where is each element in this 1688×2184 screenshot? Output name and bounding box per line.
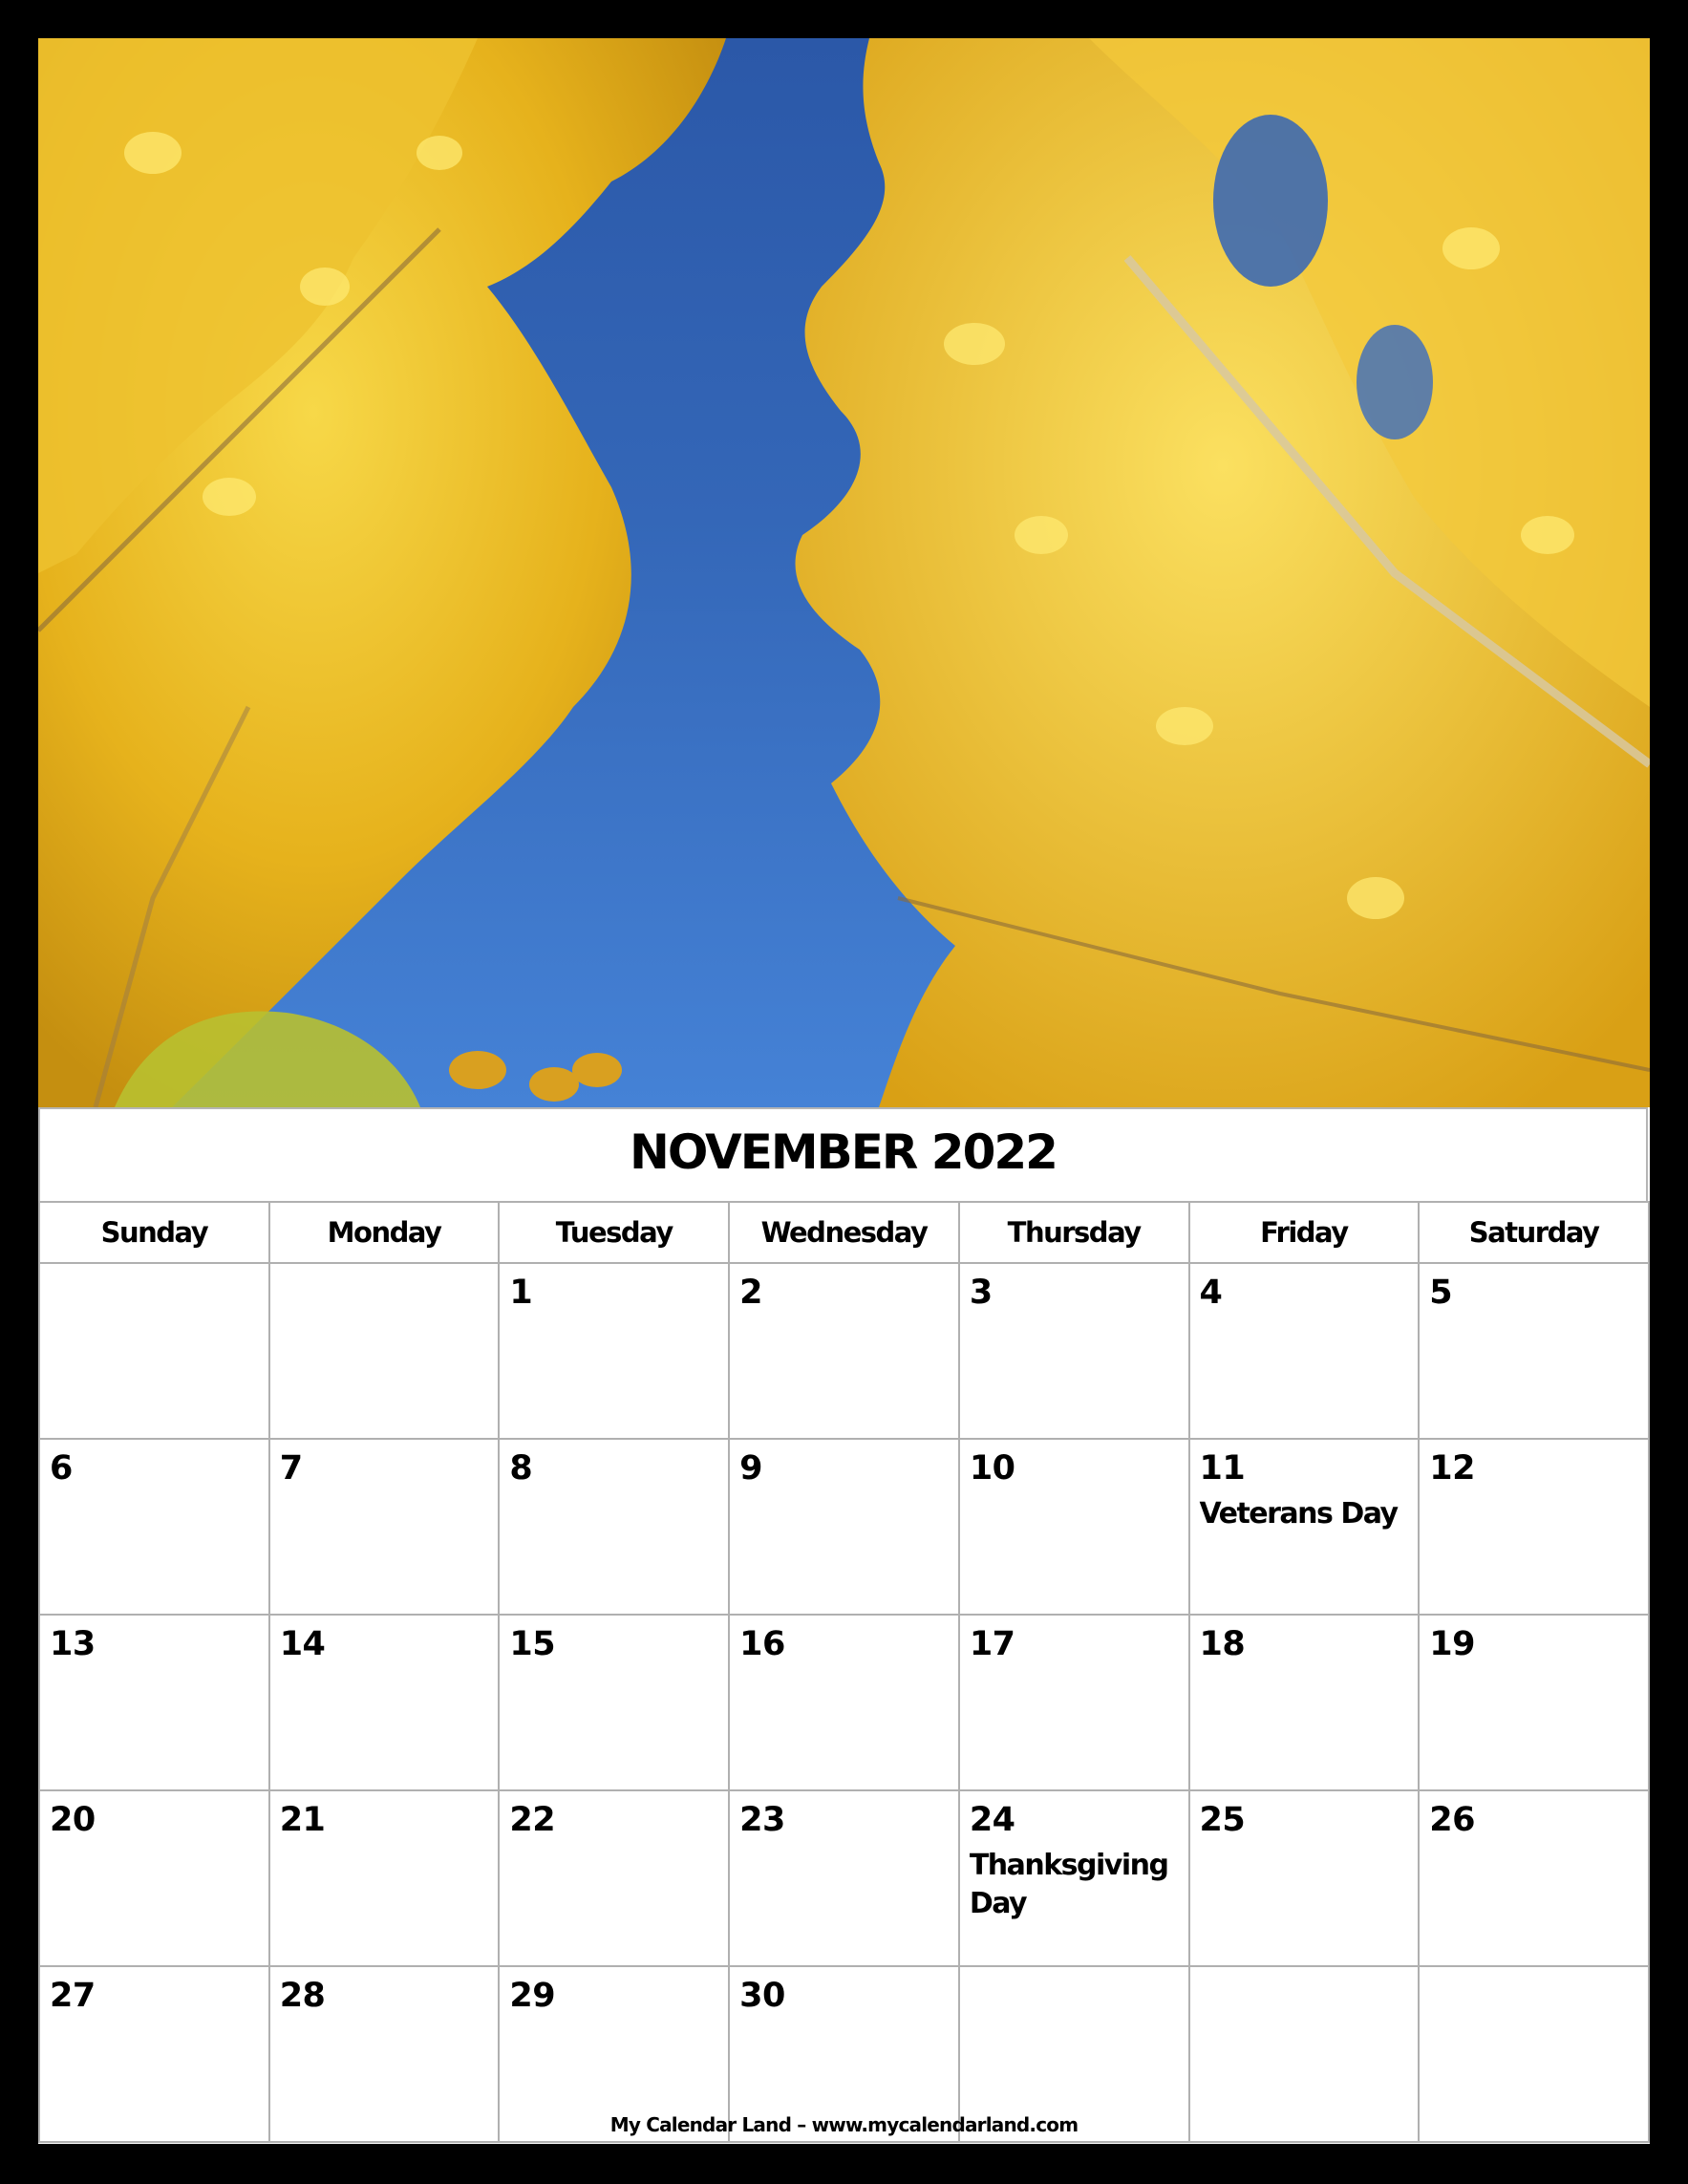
day-number: 8 (509, 1449, 533, 1488)
day-number: 4 (1199, 1274, 1223, 1312)
calendar-weeks: 1 2 3 4 5 6 7 8 9 10 11 Veterans Day 12 13 14 15 16 17 18 1… (38, 1262, 1650, 2143)
day-cell: 27 (38, 1965, 270, 2143)
weekday-header: Tuesday (498, 1201, 731, 1264)
week-row: 27 28 29 30 (38, 1965, 1650, 2143)
day-number: 25 (1199, 1801, 1246, 1839)
weekday-header: Monday (267, 1201, 501, 1264)
day-number: 19 (1429, 1625, 1475, 1663)
day-cell: 19 (1418, 1614, 1650, 1791)
day-number: 18 (1199, 1625, 1246, 1663)
day-cell: 15 (498, 1614, 731, 1791)
day-number: 1 (509, 1274, 533, 1312)
week-row: 1 2 3 4 5 (38, 1262, 1650, 1440)
weekday-header: Wednesday (728, 1201, 960, 1264)
weekday-header: Sunday (38, 1201, 270, 1264)
weekday-header-row: Sunday Monday Tuesday Wednesday Thursday… (38, 1201, 1650, 1264)
day-number: 30 (739, 1977, 785, 2015)
day-cell: 11 Veterans Day (1187, 1438, 1421, 1616)
empty-day-cell (1418, 1965, 1650, 2143)
day-number: 12 (1429, 1449, 1475, 1488)
weekday-header: Friday (1187, 1201, 1421, 1264)
day-cell: 23 (728, 1789, 960, 1967)
day-number: 24 (969, 1801, 1015, 1839)
autumn-foliage-image (38, 38, 1650, 1107)
empty-day-cell (1187, 1965, 1421, 2143)
day-cell: 10 (957, 1438, 1190, 1616)
header-photo (38, 38, 1650, 1107)
week-row: 6 7 8 9 10 11 Veterans Day 12 (38, 1438, 1650, 1616)
day-number: 28 (279, 1977, 326, 2015)
day-cell: 6 (38, 1438, 270, 1616)
day-number: 14 (279, 1625, 326, 1663)
month-title-band: NOVEMBER 2022 (38, 1107, 1648, 1201)
day-number: 23 (739, 1801, 785, 1839)
holiday-label: Thanksgiving Day (969, 1849, 1169, 1920)
week-row: 13 14 15 16 17 18 19 (38, 1614, 1650, 1791)
day-cell: 5 (1418, 1262, 1650, 1440)
day-number: 5 (1429, 1274, 1453, 1312)
weekday-header: Saturday (1418, 1201, 1650, 1264)
day-number: 22 (509, 1801, 556, 1839)
weekday-header: Thursday (957, 1201, 1190, 1264)
day-number: 2 (739, 1274, 762, 1312)
day-number: 9 (739, 1449, 762, 1488)
day-cell: 22 (498, 1789, 731, 1967)
empty-day-cell (267, 1262, 501, 1440)
day-number: 11 (1199, 1449, 1246, 1488)
day-number: 27 (50, 1977, 96, 2015)
day-number: 7 (279, 1449, 303, 1488)
day-number: 29 (509, 1977, 556, 2015)
day-number: 17 (969, 1625, 1015, 1663)
day-cell: 30 (728, 1965, 960, 2143)
day-cell: 16 (728, 1614, 960, 1791)
day-cell: 4 (1187, 1262, 1421, 1440)
day-cell: 1 (498, 1262, 731, 1440)
empty-day-cell (38, 1262, 270, 1440)
calendar-page: NOVEMBER 2022 Sunday Monday Tuesday Wedn… (38, 38, 1650, 2144)
week-row: 20 21 22 23 24 Thanksgiving Day 25 26 (38, 1789, 1650, 1967)
day-cell: 24 Thanksgiving Day (957, 1789, 1190, 1967)
day-number: 6 (50, 1449, 73, 1488)
day-number: 13 (50, 1625, 96, 1663)
day-number: 3 (969, 1274, 993, 1312)
day-number: 21 (279, 1801, 326, 1839)
day-cell: 9 (728, 1438, 960, 1616)
day-cell: 13 (38, 1614, 270, 1791)
day-cell: 14 (267, 1614, 501, 1791)
day-number: 10 (969, 1449, 1015, 1488)
day-number: 20 (50, 1801, 96, 1839)
day-cell: 20 (38, 1789, 270, 1967)
day-cell: 3 (957, 1262, 1190, 1440)
day-number: 16 (739, 1625, 785, 1663)
day-number: 26 (1429, 1801, 1475, 1839)
empty-day-cell (957, 1965, 1190, 2143)
day-cell: 8 (498, 1438, 731, 1616)
calendar-grid: Sunday Monday Tuesday Wednesday Thursday… (38, 1201, 1650, 2143)
day-cell: 17 (957, 1614, 1190, 1791)
day-number: 15 (509, 1625, 556, 1663)
day-cell: 7 (267, 1438, 501, 1616)
day-cell: 26 (1418, 1789, 1650, 1967)
day-cell: 21 (267, 1789, 501, 1967)
day-cell: 29 (498, 1965, 731, 2143)
day-cell: 18 (1187, 1614, 1421, 1791)
month-title: NOVEMBER 2022 (630, 1124, 1058, 1180)
holiday-label: Veterans Day (1199, 1497, 1400, 1531)
day-cell: 28 (267, 1965, 501, 2143)
day-cell: 2 (728, 1262, 960, 1440)
day-cell: 25 (1187, 1789, 1421, 1967)
day-cell: 12 (1418, 1438, 1650, 1616)
